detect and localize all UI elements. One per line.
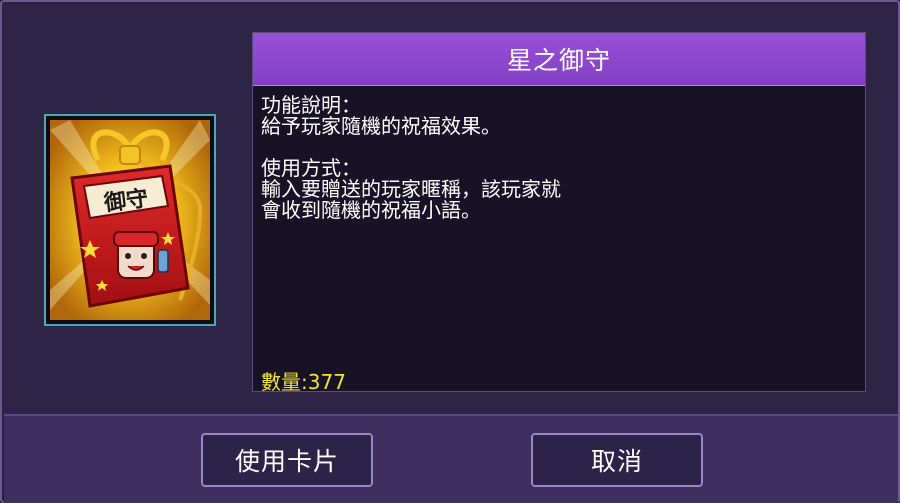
quantity-value: 377	[307, 370, 346, 394]
quantity-display: 數量:377	[261, 366, 346, 395]
usage-heading: 使用方式：	[261, 156, 361, 180]
item-title: 星之御守	[506, 46, 611, 75]
title-bar: 星之御守	[253, 33, 865, 86]
quantity-label: 數量:	[261, 370, 308, 394]
cancel-button[interactable]: 取消	[531, 433, 703, 487]
dialog-content: 御守 星之御守 功能說明： 給予玩家隨機的祝福效果。 使用方式： 輸入要贈送的玩…	[4, 4, 898, 414]
function-heading: 功能說明：	[261, 93, 361, 117]
item-card-frame: 御守	[44, 114, 216, 326]
use-card-button[interactable]: 使用卡片	[201, 433, 373, 487]
omamori-charm-icon: 御守	[50, 120, 210, 320]
item-info-panel: 星之御守 功能說明： 給予玩家隨機的祝福效果。 使用方式： 輸入要贈送的玩家暱稱…	[252, 32, 866, 395]
item-dialog: 御守 星之御守 功能說明： 給予玩家隨機的祝福效果。 使用方式： 輸入要贈送的玩…	[0, 0, 900, 503]
usage-text-line2: 會收到隨機的祝福小語。	[261, 198, 481, 222]
charm-label-text: 御守	[102, 185, 150, 216]
usage-text-line1: 輸入要贈送的玩家暱稱，該玩家就	[261, 177, 561, 201]
dialog-footer	[4, 414, 898, 503]
item-description: 功能說明： 給予玩家隨機的祝福效果。 使用方式： 輸入要贈送的玩家暱稱，該玩家就…	[261, 95, 857, 221]
function-text: 給予玩家隨機的祝福效果。	[261, 114, 501, 138]
